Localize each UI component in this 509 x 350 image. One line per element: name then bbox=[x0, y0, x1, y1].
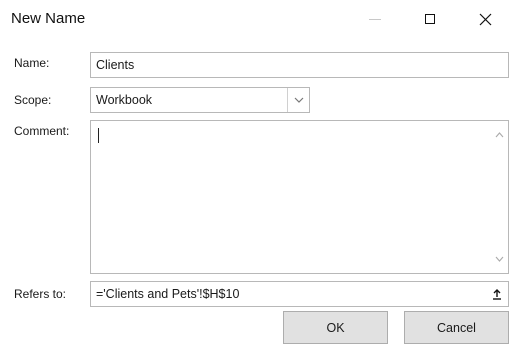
ok-button[interactable]: OK bbox=[283, 311, 388, 344]
chevron-up-icon bbox=[495, 132, 503, 138]
scroll-down-button[interactable] bbox=[491, 251, 507, 267]
chevron-down-icon bbox=[495, 256, 503, 262]
name-input[interactable]: Clients bbox=[90, 52, 509, 78]
refers-to-label: Refers to: bbox=[14, 287, 67, 301]
scope-label: Scope: bbox=[14, 93, 52, 107]
scope-select[interactable]: Workbook bbox=[90, 87, 310, 113]
collapse-dialog-icon bbox=[493, 289, 501, 300]
new-name-dialog: New Name Name: Clients Scope: Workbook C… bbox=[0, 0, 509, 350]
comment-label: Comment: bbox=[14, 124, 70, 138]
dialog-title: New Name bbox=[11, 10, 86, 27]
scope-value: Workbook bbox=[96, 93, 153, 107]
dialog-body: Name: Clients Scope: Workbook Comment: R… bbox=[0, 38, 509, 350]
name-value: Clients bbox=[96, 58, 135, 72]
comment-textarea[interactable] bbox=[90, 120, 509, 274]
refers-to-input[interactable]: ='Clients and Pets'!$H$10 bbox=[90, 281, 509, 307]
text-caret bbox=[98, 128, 99, 143]
collapse-dialog-button[interactable] bbox=[486, 282, 508, 306]
maximize-icon bbox=[425, 14, 435, 24]
close-icon bbox=[479, 13, 491, 25]
maximize-button[interactable] bbox=[407, 0, 453, 38]
title-bar: New Name bbox=[0, 0, 509, 38]
chevron-down-icon bbox=[294, 97, 303, 103]
name-label: Name: bbox=[14, 56, 50, 70]
minimize-button[interactable] bbox=[352, 0, 398, 38]
refers-to-value: ='Clients and Pets'!$H$10 bbox=[96, 287, 240, 301]
close-button[interactable] bbox=[462, 0, 508, 38]
scope-dropdown-button[interactable] bbox=[287, 88, 309, 112]
cancel-button[interactable]: Cancel bbox=[404, 311, 509, 344]
minimize-icon bbox=[369, 18, 381, 20]
scroll-up-button[interactable] bbox=[491, 127, 507, 143]
